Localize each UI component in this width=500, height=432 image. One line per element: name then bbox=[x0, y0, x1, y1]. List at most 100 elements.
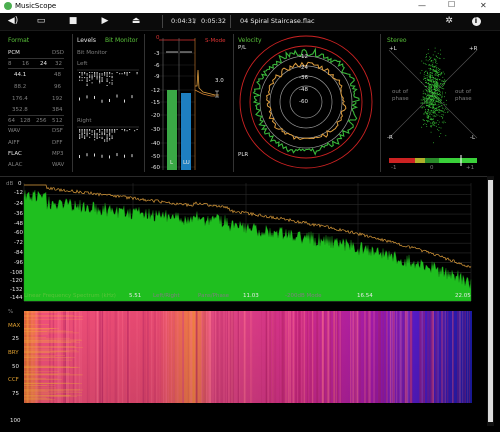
track-filename: 04 Spiral Staircase.flac bbox=[240, 17, 315, 25]
meter-l-label: L bbox=[170, 160, 174, 166]
spectrum-tick-108: -108 bbox=[10, 270, 23, 276]
levels-title: Levels bbox=[77, 37, 96, 44]
meter-scale-15: -15 bbox=[151, 100, 160, 106]
spectrum-pansphase-mode[interactable]: Pans/Phase bbox=[198, 293, 229, 299]
format-title: Format bbox=[8, 37, 30, 44]
open-folder-icon[interactable]: ▭ bbox=[34, 15, 48, 27]
velocity-ring-60: -60 bbox=[299, 99, 308, 105]
spectrogram-100: 100 bbox=[10, 418, 21, 424]
meter-scale-0: 0 bbox=[156, 35, 160, 41]
close-button[interactable]: ✕ bbox=[480, 1, 487, 10]
settings-gear-icon[interactable]: ✲ bbox=[442, 15, 456, 27]
levels-bitmonitor-tab[interactable]: Bit Monitor bbox=[105, 37, 138, 44]
format-rate-44: 44.1 bbox=[14, 72, 27, 78]
info-icon[interactable]: i bbox=[469, 15, 483, 27]
meter-scale-30: -30 bbox=[151, 127, 160, 133]
window-title: MusicScope bbox=[15, 2, 57, 10]
spectrum-tick-48: -48 bbox=[14, 221, 23, 227]
levels-right-label: Right bbox=[77, 118, 92, 124]
stop-icon[interactable]: ■ bbox=[66, 15, 80, 27]
format-panel: Format PCM DSD 8 16 24 32 44.1 48 88.2 9… bbox=[0, 30, 72, 174]
format-wav: WAV bbox=[8, 128, 21, 134]
velocity-ring-12: -12 bbox=[299, 54, 308, 60]
spectrum-tick-60: -60 bbox=[14, 230, 23, 236]
meter-scale-12: -12 bbox=[151, 88, 160, 94]
spectrum-x-16-54: 16.54 bbox=[357, 293, 373, 299]
format-dsd-128: 128 bbox=[20, 118, 31, 124]
meter-lu-label: LU bbox=[183, 160, 190, 166]
meter-scale-9: -9 bbox=[154, 74, 160, 80]
spectrogram-pct: % bbox=[8, 309, 14, 315]
meter-scale-6: -6 bbox=[154, 63, 160, 69]
peak-value: 3.0 bbox=[215, 78, 224, 84]
spectrum-tick-120: -120 bbox=[10, 278, 23, 284]
toolbar-divider bbox=[162, 15, 163, 28]
time-total: 0:05:32 bbox=[201, 17, 227, 25]
spectrum-plot bbox=[23, 183, 472, 302]
spectrogram-bry: BRY bbox=[8, 350, 19, 356]
time-elapsed: 0:04:31 bbox=[171, 17, 197, 25]
spectrum-tick-12: -12 bbox=[14, 190, 23, 196]
corr-plus-1: +1 bbox=[466, 165, 475, 171]
levels-left-label: Left bbox=[77, 61, 88, 67]
play-icon[interactable]: ▶ bbox=[98, 15, 112, 27]
scrollbar-track[interactable] bbox=[487, 176, 494, 426]
stereo-plus-l: +L bbox=[389, 46, 397, 52]
format-bits-16: 16 bbox=[22, 61, 29, 67]
format-dff: DFF bbox=[52, 140, 63, 146]
corr-minus-1: -1 bbox=[391, 165, 397, 171]
format-dsd-64: 64 bbox=[8, 118, 15, 124]
spectrum-200db-mode[interactable]: -200dB Mode bbox=[285, 293, 321, 299]
spectrum-panel: dB 0 -12 -24 -36 -48 -60 -72 -84 -96 -10… bbox=[0, 177, 487, 305]
volume-icon[interactable]: ◀) bbox=[6, 15, 20, 27]
title-bar: MusicScope — ☐ ✕ bbox=[0, 0, 500, 13]
spectrogram-panel: % MAX 25 BRY 50 CCF 75 100 bbox=[0, 305, 487, 425]
velocity-ring-36: -36 bbox=[299, 75, 308, 81]
minimize-button[interactable]: — bbox=[418, 1, 426, 10]
bit-monitor-right bbox=[77, 126, 139, 159]
toolbar: ◀) ▭ ■ ▶ ⏏ 0:04:31 / 0:05:32 04 Spiral S… bbox=[0, 13, 500, 31]
spectrum-tick-36: -36 bbox=[14, 211, 23, 217]
format-divider bbox=[8, 68, 64, 69]
spectrum-leftright-mode[interactable]: Left/Right bbox=[153, 293, 180, 299]
stereo-minus-r: -R bbox=[387, 135, 393, 141]
toolbar-divider bbox=[230, 15, 231, 28]
spectrogram-ccf: CCF bbox=[8, 377, 19, 383]
maximize-button[interactable]: ☐ bbox=[448, 0, 455, 9]
corr-0: 0 bbox=[430, 165, 434, 171]
format-alac: ALAC bbox=[8, 162, 23, 168]
spectrum-tick-72: -72 bbox=[14, 240, 23, 246]
time-separator: / bbox=[194, 17, 197, 25]
meter-scale-60: -60 bbox=[151, 165, 160, 171]
format-bits-32: 32 bbox=[55, 61, 62, 67]
format-rate-384: 384 bbox=[52, 107, 63, 113]
levels-bitmonitor-label: Bit Monitor bbox=[77, 50, 108, 56]
format-bits-24: 24 bbox=[40, 61, 47, 67]
format-dsd: DSD bbox=[52, 50, 64, 56]
format-rate-88: 88.2 bbox=[14, 84, 27, 90]
stereo-panel: Stereo +L +R -R -L out of phase out of p… bbox=[381, 30, 481, 174]
format-rate-192: 192 bbox=[52, 96, 63, 102]
scrollbar-thumb[interactable] bbox=[488, 180, 493, 422]
meter-scale-40: -40 bbox=[151, 141, 160, 147]
stereo-out-of-phase-left: out of phase bbox=[392, 89, 409, 102]
smode-label[interactable]: S-Mode bbox=[205, 38, 225, 44]
meter-scale-3: -3 bbox=[154, 51, 160, 57]
format-aiff: AIFF bbox=[8, 140, 20, 146]
format-pcm: PCM bbox=[8, 50, 20, 56]
spectrum-tick-84: -84 bbox=[14, 250, 23, 256]
format-divider bbox=[8, 58, 64, 59]
format-flac: FLAC bbox=[8, 151, 22, 157]
meter-scale-50: -50 bbox=[151, 154, 160, 160]
spectrum-mode-label[interactable]: Linear Frequency Spectrum (kHz) bbox=[24, 293, 116, 299]
eject-icon[interactable]: ⏏ bbox=[129, 15, 143, 27]
format-bits-8: 8 bbox=[8, 61, 12, 67]
format-mp3: MP3 bbox=[52, 151, 64, 157]
bit-monitor-left bbox=[77, 69, 139, 103]
format-divider bbox=[8, 125, 64, 126]
spectrum-x-5-51: 5.51 bbox=[129, 293, 142, 299]
format-divider bbox=[8, 115, 64, 116]
spectrogram-75: 75 bbox=[12, 391, 19, 397]
stereo-plus-r: +R bbox=[469, 46, 478, 52]
spectrum-x-22-05: 22.05 bbox=[455, 293, 471, 299]
